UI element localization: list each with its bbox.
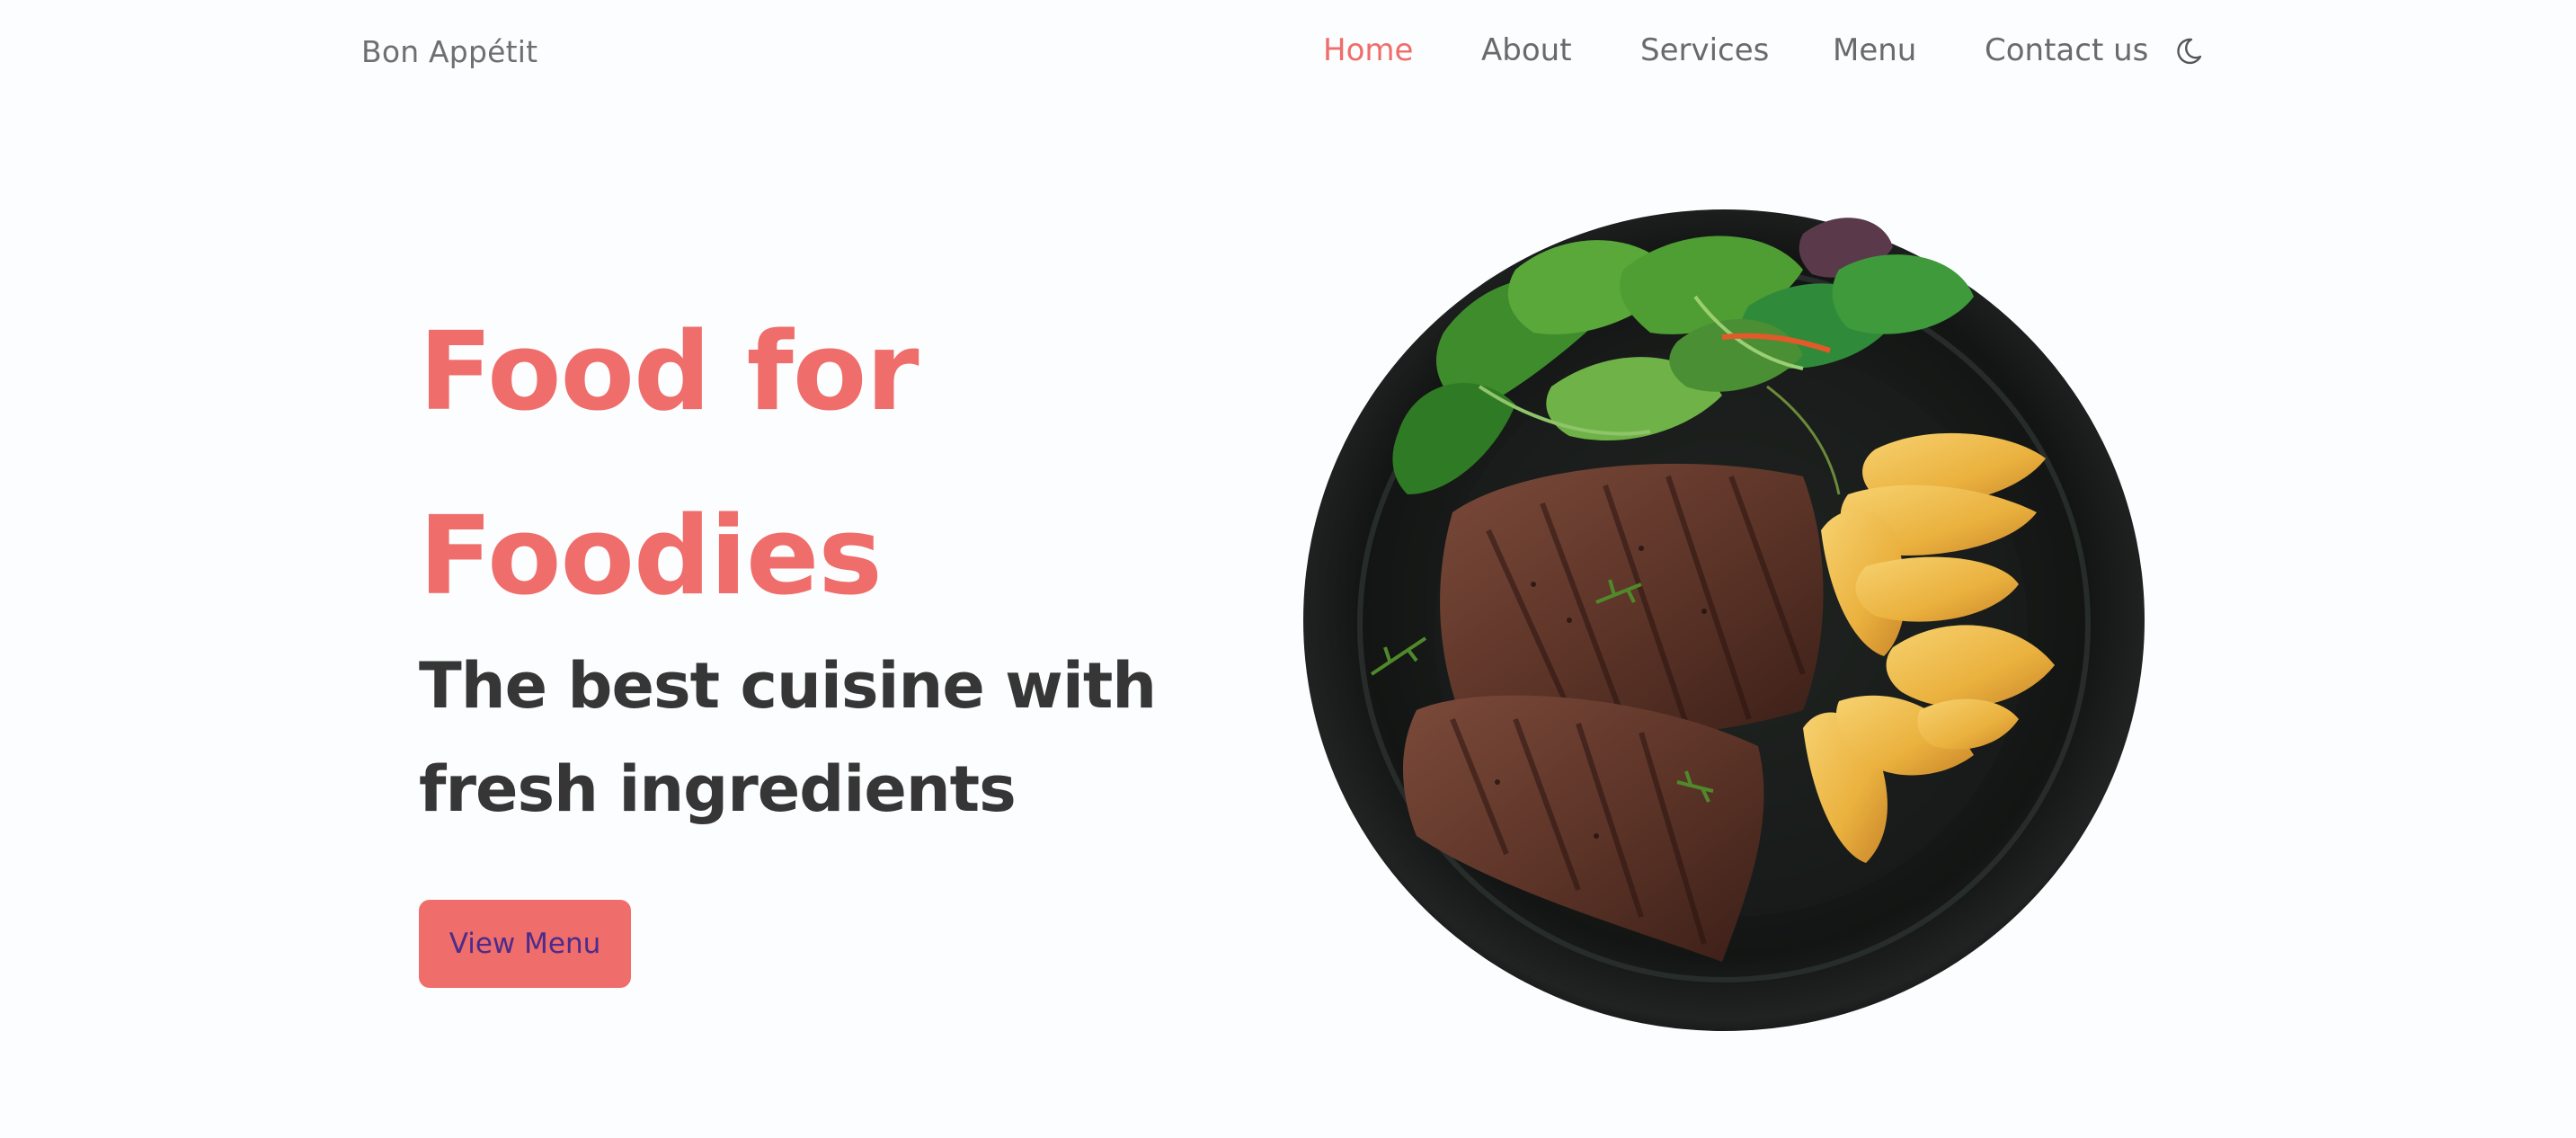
dish-illustration [1303,209,2145,1031]
hero-dish-image [1300,207,2148,1036]
nav-link-menu[interactable]: Menu [1833,32,1916,68]
moon-icon [2177,38,2202,65]
nav-link-contact-us[interactable]: Contact us [1985,32,2148,68]
view-menu-button[interactable]: View Menu [419,900,631,988]
hero-subtitle-line-2: fresh ingredients [419,752,1017,826]
hero-title-line-1: Food for [419,310,919,435]
hero-title: Food for Foodies [419,280,1228,649]
theme-toggle-button[interactable] [2176,36,2203,67]
nav-link-services[interactable]: Services [1640,32,1769,68]
hero-subtitle-line-1: The best cuisine with [419,649,1157,723]
page: Bon Appétit Home About Services Menu Con… [0,0,2576,1138]
nav-link-about[interactable]: About [1481,32,1572,68]
hero-title-line-2: Foodies [419,494,883,619]
nav-link-home[interactable]: Home [1323,32,1413,68]
site-header: Bon Appétit Home About Services Menu Con… [0,0,2576,108]
hero-subtitle: The best cuisine with fresh ingredients [419,635,1228,841]
